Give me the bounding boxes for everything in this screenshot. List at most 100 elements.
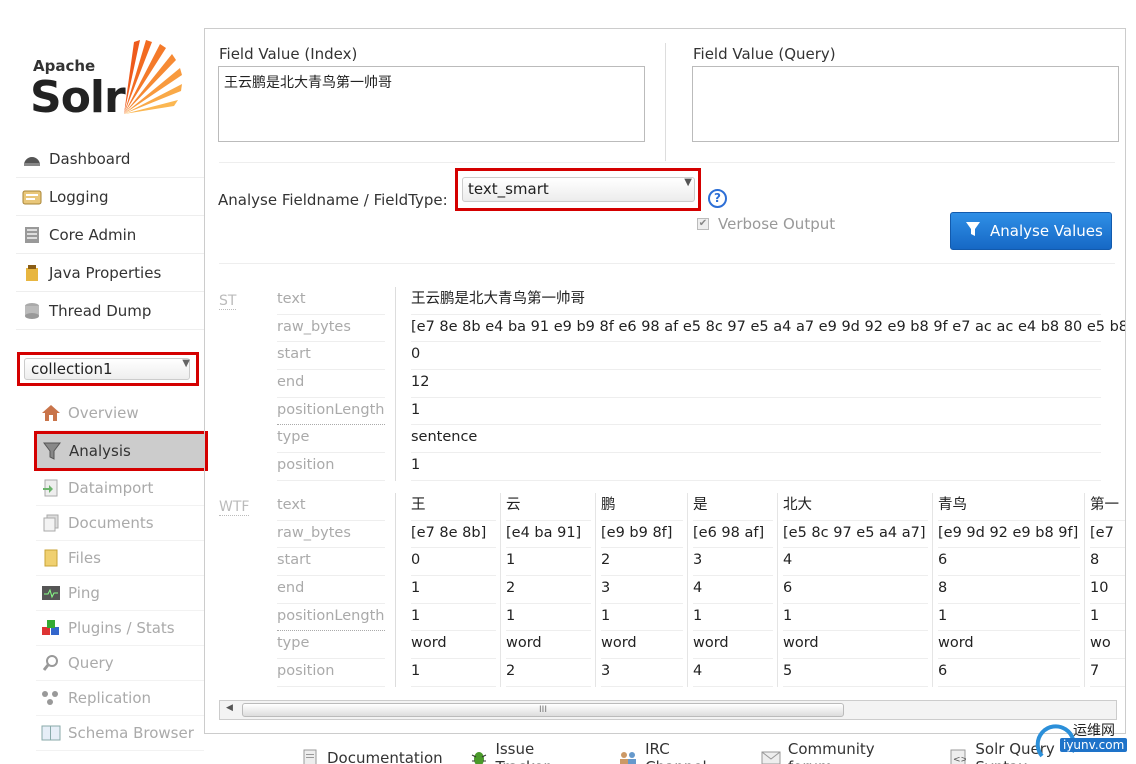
attribute-name: start <box>277 548 385 577</box>
plugins-icon <box>40 618 62 638</box>
index-value-input[interactable] <box>218 66 645 142</box>
token-positionlength: 1 <box>411 398 1101 426</box>
token-column: 鹏 [e9 b9 8f] 2 3 1 word 3 <box>601 493 683 687</box>
files-icon <box>40 548 62 568</box>
nav-dataimport[interactable]: Dataimport <box>36 471 204 506</box>
query-value-input[interactable] <box>692 66 1119 142</box>
token-start: 8 <box>1090 548 1125 577</box>
token-separator <box>932 493 933 687</box>
nav-analysis-label: Analysis <box>69 442 131 460</box>
token-positionlength: 1 <box>783 604 928 632</box>
help-icon[interactable]: ? <box>708 189 727 208</box>
watermark-url: iyunv.com <box>1060 738 1128 752</box>
token-raw_bytes: [e4 ba 91] <box>506 521 591 549</box>
footer-issue-tracker[interactable]: Issue Tracker <box>469 740 592 764</box>
analyse-values-button[interactable]: Analyse Values <box>950 212 1112 250</box>
attribute-column: text raw_bytes start end positionLength type p… <box>277 287 385 481</box>
filter-icon <box>41 441 63 461</box>
footer-documentation[interactable]: Documentation <box>300 740 443 764</box>
token-text: 第一 <box>1090 493 1125 521</box>
token-end: 10 <box>1090 576 1125 604</box>
nav-overview-label: Overview <box>68 404 139 422</box>
replication-icon <box>40 688 62 708</box>
nav-analysis[interactable]: Analysis <box>34 431 208 471</box>
footer-irc-channel[interactable]: IRC Channel <box>618 740 735 764</box>
footer-issue-tracker-label: Issue Tracker <box>495 740 549 764</box>
attribute-name: position <box>277 453 385 481</box>
nav-logging[interactable]: Logging <box>16 178 204 216</box>
core-selector[interactable]: collection1 ▼ <box>17 352 199 386</box>
token-positionlength: 1 <box>601 604 683 632</box>
nav-overview[interactable]: Overview <box>36 396 204 431</box>
nav-dashboard-label: Dashboard <box>49 149 131 168</box>
token-start: 3 <box>693 548 773 577</box>
stage-divider <box>395 493 396 687</box>
token-end: 12 <box>411 370 1101 398</box>
nav-plugins-stats-label: Plugins / Stats <box>68 619 175 637</box>
home-icon <box>40 403 62 423</box>
nav-query-label: Query <box>68 654 114 672</box>
token-column: 王云鹏是北大青鸟第一帅哥 [e7 8e 8b e4 ba 91 e9 b9 8f … <box>411 287 1125 481</box>
attribute-name: end <box>277 576 385 604</box>
nav-replication[interactable]: Replication <box>36 681 204 716</box>
nav-java-properties[interactable]: Java Properties <box>16 254 204 292</box>
attribute-column: text raw_bytes start end positionLength type p… <box>277 493 385 687</box>
token-positionlength: 1 <box>1090 604 1125 632</box>
token-text: 北大 <box>783 493 928 521</box>
analyse-values-label: Analyse Values <box>990 222 1103 240</box>
token-start: 6 <box>938 548 1080 577</box>
token-type: word <box>693 631 773 660</box>
footer-community-forum-label: Community forum <box>787 740 875 764</box>
schema-browser-icon <box>40 723 62 743</box>
token-type: word <box>601 631 683 660</box>
token-type: word <box>783 631 928 660</box>
nav-query[interactable]: Query <box>36 646 204 681</box>
scroll-left-icon[interactable]: ◀ <box>226 703 233 713</box>
solr-logo[interactable]: Apache Solr <box>30 38 190 123</box>
nav-documents[interactable]: Documents <box>36 506 204 541</box>
horizontal-scrollbar[interactable]: ◀ III <box>219 700 1117 720</box>
nav-thread-dump[interactable]: Thread Dump <box>16 292 204 330</box>
scrollbar-thumb[interactable]: III <box>242 703 844 717</box>
verbose-output-toggle[interactable]: ✔ Verbose Output <box>697 215 835 233</box>
token-column: 是 [e6 98 af] 3 4 1 word 4 <box>693 493 773 687</box>
token-type: wo <box>1090 631 1125 660</box>
token-raw_bytes: [e5 8c 97 e5 a4 a7] <box>783 521 928 549</box>
nav-dataimport-label: Dataimport <box>68 479 154 497</box>
field-value-divider <box>665 43 666 161</box>
stage-divider <box>395 287 396 481</box>
fieldtype-select[interactable]: text_smart ▼ <box>455 168 701 211</box>
token-start: 2 <box>601 548 683 577</box>
footer: Documentation Issue Tracker IRC Channel … <box>300 740 1136 764</box>
token-end: 3 <box>601 576 683 604</box>
stage-label-st[interactable]: ST <box>219 293 237 310</box>
footer-community-forum[interactable]: Community forum <box>761 740 923 764</box>
nav-core-admin[interactable]: Core Admin <box>16 216 204 254</box>
verbose-output-label: Verbose Output <box>718 215 836 233</box>
attribute-name: type <box>277 631 385 660</box>
nav-schema-browser[interactable]: Schema Browser <box>36 716 204 751</box>
dashboard-icon <box>22 150 42 168</box>
token-raw_bytes: [e6 98 af] <box>693 521 773 549</box>
token-type: word <box>938 631 1080 660</box>
token-position: 2 <box>506 659 591 687</box>
token-raw_bytes: [e7 8e 8b] <box>411 521 496 549</box>
nav-plugins-stats[interactable]: Plugins / Stats <box>36 611 204 646</box>
svg-text:<>: <> <box>953 755 966 764</box>
stage-label-wtf[interactable]: WTF <box>219 499 250 516</box>
thread-dump-icon <box>22 302 42 320</box>
token-position: 5 <box>783 659 928 687</box>
token-text: 云 <box>506 493 591 521</box>
nav-files[interactable]: Files <box>36 541 204 576</box>
nav-dashboard[interactable]: Dashboard <box>16 140 204 178</box>
token-end: 1 <box>411 576 496 604</box>
token-text: 王 <box>411 493 496 521</box>
token-text: 青鸟 <box>938 493 1080 521</box>
token-column: 云 [e4 ba 91] 1 2 1 word 2 <box>506 493 591 687</box>
nav-files-label: Files <box>68 549 101 567</box>
token-separator <box>777 493 778 687</box>
documentation-icon <box>300 749 320 764</box>
verbose-checkbox[interactable]: ✔ <box>697 218 709 230</box>
nav-ping[interactable]: Ping <box>36 576 204 611</box>
index-value-label: Field Value (Index) <box>219 45 358 63</box>
